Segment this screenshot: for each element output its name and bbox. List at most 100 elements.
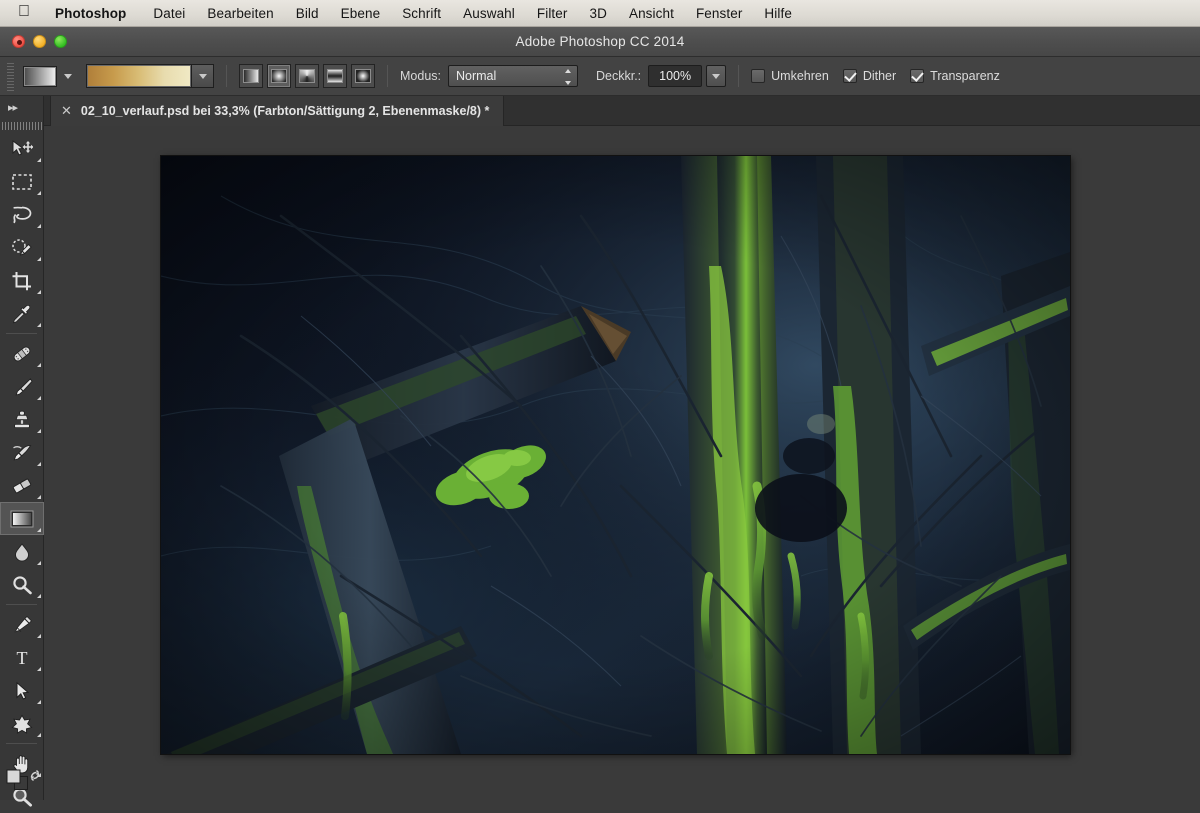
tool-corner-icon [37,528,41,532]
menu-item-photoshop[interactable]: Photoshop [44,6,142,21]
reflected-gradient-button[interactable] [323,64,347,88]
menu-item-ansicht[interactable]: Ansicht [618,6,685,21]
transparency-label: Transparenz [930,69,1000,83]
tool-corner-icon [37,634,41,638]
dodge-tool[interactable] [0,568,44,601]
quick-selection-tool[interactable] [0,231,44,264]
menu-item-datei[interactable]: Datei [142,6,196,21]
blend-mode-value: Normal [456,69,497,83]
options-bar: Modus: Normal Deckkr.: 100% Umkehren Dit… [0,57,1200,96]
tool-corner-icon [37,396,41,400]
menu-item-filter[interactable]: Filter [526,6,579,21]
foreground-background-color[interactable] [0,764,44,798]
document-tab-title: 02_10_verlauf.psd bei 33,3% (Farbton/Sät… [80,104,490,118]
dither-label: Dither [862,69,897,83]
canvas-area[interactable] [44,126,1200,800]
menu-item-hilfe[interactable]: Hilfe [753,6,803,21]
tool-corner-icon [37,363,41,367]
tool-corner-icon [37,495,41,499]
gradient-tool[interactable] [0,502,44,535]
chevron-down-icon [712,73,721,79]
eyedropper-tool[interactable] [0,297,44,330]
tool-corner-icon [37,667,41,671]
double-chevron-right-icon[interactable]: ▸▸ [0,96,43,118]
chevron-down-icon[interactable] [64,73,72,79]
opacity-input[interactable]: 100% [648,65,703,87]
select-arrows-icon [564,69,571,85]
menu-item-auswahl[interactable]: Auswahl [452,6,526,21]
tool-corner-icon [37,429,41,433]
options-divider [738,65,740,87]
forest-photo [161,156,1070,754]
eraser-tool[interactable] [0,469,44,502]
pen-tool[interactable] [0,608,44,641]
tools-divider [6,743,37,744]
svg-text:T: T [17,648,28,668]
menu-item-bearbeiten[interactable]: Bearbeiten [196,6,284,21]
tool-corner-icon [37,561,41,565]
gradient-type-group [239,64,375,88]
gradient-swatch[interactable] [87,65,191,87]
gradient-preset-icon[interactable] [23,65,57,87]
menu-item-fenster[interactable]: Fenster [685,6,753,21]
menu-item-3d[interactable]: 3D [579,6,618,21]
tool-corner-icon [37,290,41,294]
window-title-bar: Adobe Photoshop CC 2014 [0,27,1200,57]
healing-brush-tool[interactable] [0,337,44,370]
reverse-checkbox-row[interactable]: Umkehren [751,69,829,83]
options-divider [226,65,227,87]
dither-checkbox[interactable] [842,69,857,83]
tools-divider [6,333,37,334]
opacity-stepper[interactable] [706,65,727,87]
brush-tool[interactable] [0,370,44,403]
move-tool[interactable] [0,132,44,165]
tool-corner-icon [37,594,41,598]
apple-logo-icon[interactable]:  [12,4,44,20]
gradient-picker-button[interactable] [191,65,213,87]
lasso-tool[interactable] [0,198,44,231]
tool-corner-icon [37,323,41,327]
tools-panel-grip[interactable] [0,118,43,132]
angle-gradient-button[interactable] [295,64,319,88]
document-tab-bar: ✕ 02_10_verlauf.psd bei 33,3% (Farbton/S… [44,96,1200,126]
history-brush-tool[interactable] [0,436,44,469]
dither-checkbox-row[interactable]: Dither [842,69,897,83]
transparency-checkbox[interactable] [910,69,925,83]
document-canvas[interactable] [161,156,1070,754]
diamond-gradient-button[interactable] [351,64,375,88]
tools-panel: ▸▸ T [0,96,44,807]
type-tool[interactable]: T [0,641,44,674]
transparency-checkbox-row[interactable]: Transparenz [910,69,1000,83]
radial-gradient-button[interactable] [267,64,291,88]
blur-tool[interactable] [0,535,44,568]
crop-tool[interactable] [0,264,44,297]
macos-menu-bar:  Photoshop Datei Bearbeiten Bild Ebene … [0,0,1200,27]
menu-item-bild[interactable]: Bild [285,6,330,21]
shape-tool[interactable] [0,707,44,740]
linear-gradient-button[interactable] [239,64,263,88]
reverse-checkbox[interactable] [751,69,766,83]
menu-item-schrift[interactable]: Schrift [391,6,452,21]
options-divider [387,65,388,87]
menu-item-ebene[interactable]: Ebene [330,6,392,21]
mode-label: Modus: [400,69,441,83]
tool-corner-icon [37,700,41,704]
opacity-label: Deckkr.: [596,69,642,83]
gradient-swatch-group[interactable] [86,64,214,88]
window-title: Adobe Photoshop CC 2014 [515,34,685,49]
document-tab[interactable]: ✕ 02_10_verlauf.psd bei 33,3% (Farbton/S… [50,96,505,126]
tool-corner-icon [37,191,41,195]
close-icon[interactable]: ✕ [61,103,72,119]
blend-mode-select[interactable]: Normal [448,65,578,87]
tool-corner-icon [37,462,41,466]
rectangular-marquee-tool[interactable] [0,165,44,198]
options-bar-grip[interactable] [5,61,17,91]
clone-stamp-tool[interactable] [0,403,44,436]
path-selection-tool[interactable] [0,674,44,707]
tool-corner-icon [37,733,41,737]
tools-divider [6,604,37,605]
tool-corner-icon [37,224,41,228]
chevron-down-icon [198,73,207,79]
tool-corner-icon [37,158,41,162]
reverse-label: Umkehren [771,69,829,83]
